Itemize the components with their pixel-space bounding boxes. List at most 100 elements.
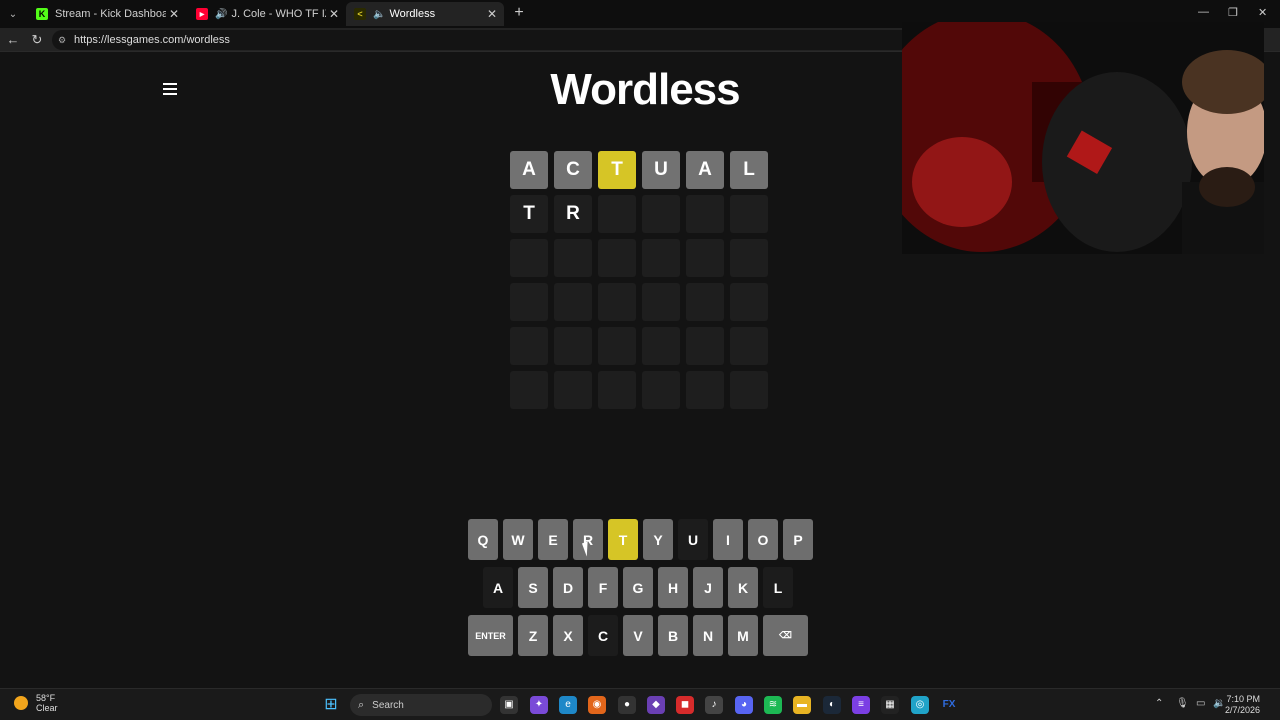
speaker-icon[interactable]: 🔊 xyxy=(215,9,227,20)
backspace-key[interactable]: ⌫ xyxy=(763,615,808,656)
grid-cell: U xyxy=(642,151,680,189)
grid-cell: R xyxy=(554,195,592,233)
search-placeholder: Search xyxy=(372,699,404,711)
app-red-icon[interactable]: ◼ xyxy=(676,696,694,714)
system-clock[interactable]: 7:10 PM 2/7/2026 xyxy=(1225,694,1260,716)
speaker-icon[interactable]: 🔈 xyxy=(373,9,385,20)
key-g[interactable]: G xyxy=(623,567,653,608)
close-tab-icon[interactable]: ✕ xyxy=(484,7,500,21)
steam-icon[interactable]: ◐ xyxy=(823,696,841,714)
key-enter[interactable]: ENTER xyxy=(468,615,513,656)
taskbar-search[interactable]: ⌕ Search xyxy=(350,694,492,716)
key-p[interactable]: P xyxy=(783,519,813,560)
grid-cell xyxy=(554,239,592,277)
grid-cell xyxy=(554,327,592,365)
key-m[interactable]: M xyxy=(728,615,758,656)
key-d[interactable]: D xyxy=(553,567,583,608)
close-tab-icon[interactable]: ✕ xyxy=(166,7,182,21)
tray-chevron-icon[interactable]: ⌃ xyxy=(1155,698,1163,709)
key-x[interactable]: X xyxy=(553,615,583,656)
key-q[interactable]: Q xyxy=(468,519,498,560)
key-u[interactable]: U xyxy=(678,519,708,560)
guess-row: ACTUAL xyxy=(510,151,770,189)
fx-app-icon[interactable]: FX xyxy=(940,696,958,714)
minimize-icon[interactable]: — xyxy=(1198,6,1209,18)
tab-wordless[interactable]: < 🔈 Wordless ✕ xyxy=(346,2,504,26)
webcam-overlay xyxy=(902,22,1264,254)
copilot-icon[interactable]: ✦ xyxy=(530,696,548,714)
youtube-favicon-icon: ▶ xyxy=(196,8,208,20)
grid-cell xyxy=(598,371,636,409)
network-icon[interactable]: ▭ xyxy=(1196,698,1205,709)
key-f[interactable]: F xyxy=(588,567,618,608)
tab-youtube-song[interactable]: ▶ 🔊 J. Cole - WHO TF IZ U (Officia ✕ xyxy=(188,2,346,26)
microphone-icon[interactable]: 🎙 xyxy=(1176,698,1189,709)
clock-date: 2/7/2026 xyxy=(1224,705,1260,715)
key-l[interactable]: L xyxy=(763,567,793,608)
close-tab-icon[interactable]: ✕ xyxy=(326,7,342,21)
grid-cell xyxy=(642,283,680,321)
site-info-icon[interactable]: ⚙ xyxy=(58,35,68,45)
tab-list-chevron-icon[interactable]: ⌄ xyxy=(4,5,22,23)
file-explorer-icon[interactable]: ▬ xyxy=(793,696,811,714)
key-t[interactable]: T xyxy=(608,519,638,560)
tab-kick-dashboard[interactable]: K Stream - Kick Dashboard ✕ xyxy=(28,2,186,26)
firefox-icon[interactable]: ◉ xyxy=(588,696,606,714)
guess-row: TR xyxy=(510,195,770,233)
grid-cell xyxy=(510,371,548,409)
obs-icon[interactable]: ● xyxy=(618,696,636,714)
windows-start-icon[interactable]: ⊞ xyxy=(322,696,340,714)
key-n[interactable]: N xyxy=(693,615,723,656)
task-view-icon[interactable]: ▣ xyxy=(500,696,518,714)
address-bar[interactable]: ⚙ https://lessgames.com/wordless xyxy=(52,30,912,50)
key-k[interactable]: K xyxy=(728,567,758,608)
volume-icon[interactable]: 🔉 xyxy=(1213,698,1225,709)
key-s[interactable]: S xyxy=(518,567,548,608)
on-screen-keyboard: Q W E R T Y U I O P A S D F G H J K L ENTER Z X C V B N M ⌫ xyxy=(468,519,813,663)
music-icon[interactable]: ♪ xyxy=(705,696,723,714)
weather-widget[interactable]: 58°F Clear xyxy=(14,693,58,713)
grid-cell xyxy=(510,283,548,321)
edge-browser-icon[interactable]: e xyxy=(559,696,577,714)
key-b[interactable]: B xyxy=(658,615,688,656)
key-i[interactable]: I xyxy=(713,519,743,560)
key-o[interactable]: O xyxy=(748,519,778,560)
grid-cell: A xyxy=(686,151,724,189)
reload-icon[interactable]: ↻ xyxy=(28,31,46,49)
weather-moon-icon xyxy=(14,696,28,710)
key-z[interactable]: Z xyxy=(518,615,548,656)
grid-cell xyxy=(642,371,680,409)
spotify-icon[interactable]: ≋ xyxy=(764,696,782,714)
grid-cell xyxy=(554,283,592,321)
grid-cell xyxy=(598,327,636,365)
guess-row xyxy=(510,283,770,321)
window-close-icon[interactable]: ✕ xyxy=(1258,6,1267,19)
discord-icon[interactable]: ◕ xyxy=(735,696,753,714)
grid-cell xyxy=(686,195,724,233)
tab-title: J. Cole - WHO TF IZ U (Officia xyxy=(231,8,326,20)
app-icon[interactable]: ◆ xyxy=(647,696,665,714)
restore-icon[interactable]: ❐ xyxy=(1228,6,1238,19)
app-teal-icon[interactable]: ◎ xyxy=(911,696,929,714)
key-w[interactable]: W xyxy=(503,519,533,560)
key-e[interactable]: E xyxy=(538,519,568,560)
key-c[interactable]: C xyxy=(588,615,618,656)
key-v[interactable]: V xyxy=(623,615,653,656)
app-dark-icon[interactable]: ▦ xyxy=(881,696,899,714)
grid-cell xyxy=(642,327,680,365)
key-h[interactable]: H xyxy=(658,567,688,608)
grid-cell: L xyxy=(730,151,768,189)
keyboard-row: ASDFGHJKL xyxy=(468,567,813,608)
new-tab-plus-icon[interactable]: + xyxy=(510,4,528,22)
key-y[interactable]: Y xyxy=(643,519,673,560)
grid-cell xyxy=(510,327,548,365)
grid-cell xyxy=(642,239,680,277)
back-arrow-icon[interactable]: ← xyxy=(4,31,22,49)
key-j[interactable]: J xyxy=(693,567,723,608)
weather-temp: 58°F xyxy=(36,693,56,703)
key-a[interactable]: A xyxy=(483,567,513,608)
grid-cell xyxy=(686,371,724,409)
grid-cell xyxy=(598,195,636,233)
guess-row xyxy=(510,239,770,277)
clipchamp-icon[interactable]: ≡ xyxy=(852,696,870,714)
